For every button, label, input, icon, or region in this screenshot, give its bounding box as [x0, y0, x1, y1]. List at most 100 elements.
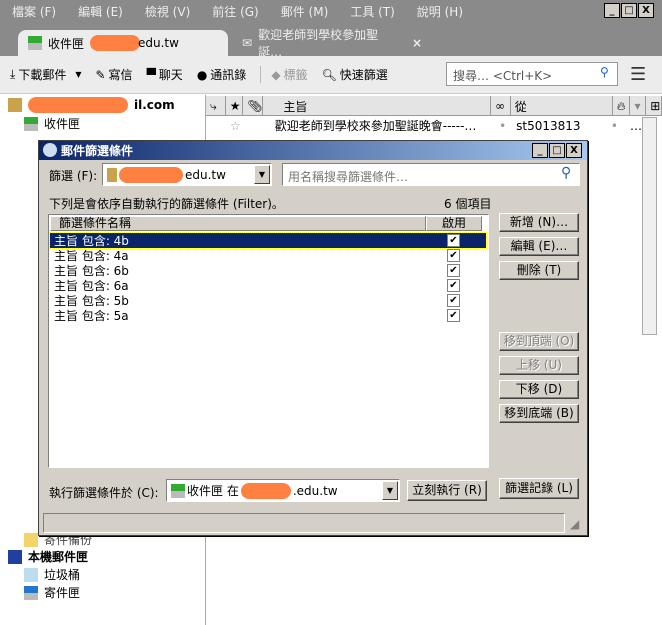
message-list-scrollbar[interactable] — [642, 117, 657, 335]
edit-filter-button[interactable]: 編輯 (E)… — [499, 237, 579, 256]
dialog-maximize-button[interactable]: □ — [549, 143, 565, 158]
tag-button[interactable]: ◆ 標籤 — [260, 66, 308, 83]
enabled-checkbox[interactable]: ✔ — [447, 234, 460, 247]
column-header-name[interactable]: 篩選條件名稱 — [50, 216, 426, 231]
subject-column[interactable]: 主旨 — [263, 96, 492, 116]
dropdown-arrow-icon[interactable]: ▼ — [382, 481, 398, 500]
app-menu-icon[interactable]: ☰ — [630, 64, 646, 85]
pencil-icon: ✎ — [95, 67, 106, 82]
menu-tools[interactable]: 工具 (T) — [350, 3, 395, 20]
menu-go[interactable]: 前往 (G) — [212, 3, 258, 20]
folder-inbox[interactable]: 收件匣 — [24, 115, 80, 132]
filter-row[interactable]: 主旨 包含: 6b ✔ — [50, 263, 486, 278]
menu-edit[interactable]: 編輯 (E) — [78, 3, 123, 20]
filter-row[interactable]: 主旨 包含: 6a ✔ — [50, 278, 486, 293]
trash-icon — [24, 567, 38, 582]
person-icon: ● — [196, 67, 208, 82]
enabled-checkbox[interactable]: ✔ — [447, 279, 460, 292]
menu-message[interactable]: 郵件 (M) — [281, 3, 329, 20]
filter-description: 下列是會依序自動執行的篩選條件 (Filter)。 — [49, 197, 284, 211]
filter-search-input[interactable]: 用名稱搜尋篩選條件… — [282, 163, 580, 186]
move-up-button[interactable]: 上移 (U) — [499, 356, 579, 375]
folder-outbox[interactable]: 寄件匣 — [24, 584, 80, 601]
menu-file[interactable]: 檔案 (F) — [12, 3, 56, 20]
enabled-checkbox[interactable]: ✔ — [447, 294, 460, 307]
redaction — [119, 166, 183, 183]
read-dot: • — [499, 118, 507, 133]
download-icon: ⤓ — [10, 67, 16, 81]
run-filters-label: 執行篩選條件於 (C): — [49, 486, 159, 500]
thread-column[interactable]: ⤷ — [206, 96, 226, 116]
filter-list[interactable]: 篩選條件名稱 啟用 主旨 包含: 4b ✔ 主旨 包含: 4a ✔ 主旨 包含: 6b ✔… — [48, 214, 489, 468]
tab-inbox[interactable]: 收件匣 edu.tw — [18, 30, 228, 56]
menu-help[interactable]: 說明 (H) — [417, 3, 463, 20]
address-book-button[interactable]: ● 通訊錄 — [197, 66, 247, 83]
move-down-button[interactable]: 下移 (D) — [499, 380, 579, 399]
move-to-top-button[interactable]: 移到頂端 (O) — [499, 332, 579, 351]
move-to-bottom-button[interactable]: 移到底端 (B) — [499, 404, 579, 423]
search-icon: ⚲ — [561, 165, 572, 181]
menu-view[interactable]: 檢視 (V) — [145, 3, 190, 20]
close-tab-icon[interactable]: × — [412, 36, 422, 50]
search-icon: ⚲ — [600, 65, 609, 79]
resize-grip-icon[interactable]: ◢ — [570, 517, 579, 531]
dropdown-icon[interactable]: ▼ — [75, 70, 81, 79]
message-list-header: ⤷ ★ 📎︎ 主旨 ∞ 從 🔥︎ ▾ ⊞ — [206, 96, 662, 116]
local-folders[interactable]: 本機郵件匣 — [8, 548, 88, 565]
run-folder-select[interactable]: 收件匣 在 .edu.tw ▼ — [166, 479, 400, 502]
star-column[interactable]: ★ — [226, 96, 244, 116]
redaction — [240, 482, 291, 499]
filter-count: 6 個項目 — [444, 197, 492, 211]
filter-row[interactable]: 主旨 包含: 5b ✔ — [50, 293, 486, 308]
chat-icon: ▀ — [146, 67, 156, 82]
enabled-checkbox[interactable]: ✔ — [447, 309, 460, 322]
star-icon[interactable]: ☆ — [230, 119, 241, 133]
account-item[interactable]: il.com — [8, 97, 175, 113]
column-picker-icon[interactable]: ⊞ — [646, 96, 662, 116]
read-column[interactable]: ∞ — [491, 96, 511, 116]
message-row[interactable]: ☆ 歡迎老師到學校來參加聖誕晚會-----… • st5013813 • … — [206, 117, 642, 134]
account-select[interactable]: edu.tw ▼ — [102, 163, 272, 186]
folder-trash[interactable]: 垃圾桶 — [24, 566, 80, 583]
filter-log-button[interactable]: 篩選記錄 (L) — [499, 478, 579, 499]
quick-filter-button[interactable]: 🔍︎ 快速篩選 — [322, 66, 388, 83]
envelope-icon: ✉ — [242, 36, 253, 50]
search-input[interactable]: 搜尋… <Ctrl+K> — [446, 62, 618, 86]
junk-dot: • — [610, 118, 618, 133]
filter-row[interactable]: 主旨 包含: 4b ✔ — [49, 232, 487, 249]
column-dropdown[interactable]: ▾ — [630, 96, 647, 116]
menu-bar: 檔案 (F) 編輯 (E) 檢視 (V) 前往 (G) 郵件 (M) 工具 (T… — [0, 0, 662, 22]
junk-column[interactable]: 🔥︎ — [613, 96, 631, 116]
maximize-button[interactable]: □ — [621, 3, 637, 18]
write-button[interactable]: ✎ 寫信 — [95, 66, 132, 83]
filter-name: 主旨 包含: 5a — [54, 309, 129, 323]
dialog-title-bar: 郵件篩選條件 — [39, 141, 587, 160]
run-now-button[interactable]: 立刻執行 (R) — [407, 480, 487, 501]
delete-filter-button[interactable]: 刪除 (T) — [499, 261, 579, 280]
dialog-minimize-button[interactable]: _ — [532, 143, 548, 158]
message-filters-dialog: 郵件篩選條件 _ □ X 篩選 (F): edu.tw ▼ 用名稱搜尋篩選條件…… — [38, 140, 588, 536]
get-mail-button[interactable]: ⤓ 下載郵件 ▼ — [10, 66, 81, 83]
redaction — [90, 35, 141, 51]
filter-row[interactable]: 主旨 包含: 4a ✔ — [50, 248, 486, 263]
redaction — [28, 97, 128, 113]
dialog-close-button[interactable]: X — [566, 143, 582, 158]
tag-icon: ◆ — [271, 67, 281, 82]
enabled-checkbox[interactable]: ✔ — [447, 249, 460, 262]
inbox-icon — [171, 483, 185, 498]
thunderbird-icon — [43, 143, 57, 157]
chat-button[interactable]: ▀ 聊天 — [147, 66, 183, 83]
enabled-checkbox[interactable]: ✔ — [447, 264, 460, 277]
attachment-column[interactable]: 📎︎ — [243, 96, 264, 116]
status-bar — [43, 513, 565, 533]
filter-row[interactable]: 主旨 包含: 5a ✔ — [50, 308, 486, 323]
column-header-enabled[interactable]: 啟用 — [426, 216, 482, 231]
inbox-icon — [28, 36, 42, 50]
tab-message[interactable]: ✉ 歡迎老師到學校參加聖誕… × — [232, 28, 432, 59]
dropdown-arrow-icon[interactable]: ▼ — [254, 165, 270, 184]
folder-icon — [24, 532, 38, 547]
new-filter-button[interactable]: 新增 (N)… — [499, 213, 579, 232]
minimize-button[interactable]: _ — [604, 3, 620, 18]
close-button[interactable]: X — [638, 3, 654, 18]
from-column[interactable]: 從 — [511, 96, 613, 116]
